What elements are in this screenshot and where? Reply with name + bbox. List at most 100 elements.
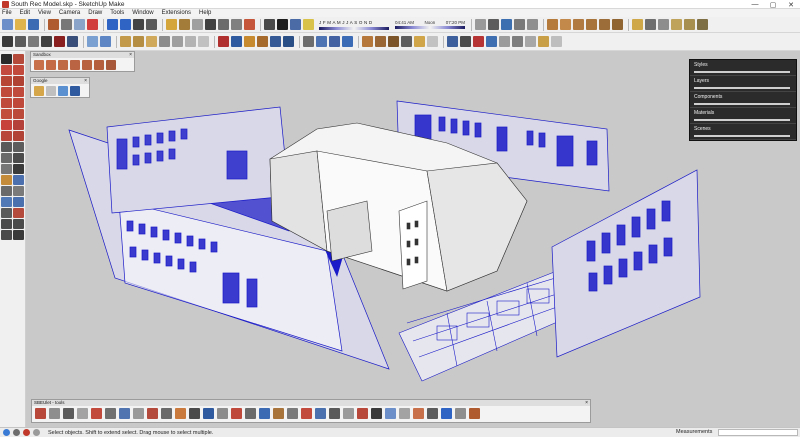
tool-15-icon[interactable] — [231, 408, 242, 419]
minimize-button[interactable]: — — [746, 0, 764, 9]
polygon-tool-icon[interactable] — [13, 87, 24, 97]
3d-text-tool-icon[interactable] — [13, 164, 24, 174]
tray-item-layers[interactable]: Layers — [690, 76, 796, 92]
toggle-terrain-icon[interactable] — [46, 86, 56, 96]
freehand-tool-icon[interactable] — [13, 65, 24, 75]
walk-tool-icon[interactable] — [1, 230, 12, 240]
help-icon[interactable] — [551, 36, 562, 47]
section-tool-icon[interactable] — [13, 175, 24, 185]
new-file-icon[interactable] — [2, 19, 13, 30]
position-camera-icon[interactable] — [501, 19, 512, 30]
shadow-date-widget[interactable]: J F M A M J J A S O N D — [319, 20, 389, 30]
shadow-settings-icon[interactable] — [303, 19, 314, 30]
text-icon[interactable] — [67, 36, 78, 47]
measure-icon[interactable] — [15, 36, 26, 47]
tool-25-icon[interactable] — [371, 408, 382, 419]
dimension-icon[interactable] — [54, 36, 65, 47]
offset-tool-icon[interactable] — [13, 131, 24, 141]
model-info-icon[interactable] — [146, 19, 157, 30]
zoom-window-tool-icon[interactable] — [13, 197, 24, 207]
copy-icon[interactable] — [61, 19, 72, 30]
circle-tool-icon[interactable] — [1, 87, 12, 97]
sandbox-close-button[interactable]: × — [129, 52, 132, 58]
globe-icon[interactable] — [447, 36, 458, 47]
subtract-icon[interactable] — [172, 36, 183, 47]
walk-icon[interactable] — [488, 19, 499, 30]
pan-icon[interactable] — [527, 19, 538, 30]
move-tool-icon[interactable] — [1, 109, 12, 119]
outer-shell-icon[interactable] — [231, 36, 242, 47]
zoom-icon[interactable] — [87, 36, 98, 47]
menu-file[interactable]: File — [2, 10, 12, 16]
iso-view-icon[interactable] — [547, 19, 558, 30]
tool-32-icon[interactable] — [469, 408, 480, 419]
tool-16-icon[interactable] — [245, 408, 256, 419]
dimension-tool-icon[interactable] — [13, 142, 24, 152]
tool-17-icon[interactable] — [259, 408, 270, 419]
bottom-toolbar-close-button[interactable]: × — [585, 400, 588, 406]
tray-item-materials[interactable]: Materials — [690, 108, 796, 124]
rotated-rect-tool-icon[interactable] — [13, 76, 24, 86]
follow-me-tool-icon[interactable] — [13, 120, 24, 130]
camera-settings-icon[interactable] — [264, 19, 275, 30]
rotate-icon[interactable] — [270, 36, 281, 47]
zoom-tool-icon[interactable] — [1, 197, 12, 207]
scale-icon[interactable] — [283, 36, 294, 47]
back-view-icon[interactable] — [599, 19, 610, 30]
front-view-icon[interactable] — [573, 19, 584, 30]
extrude-icon[interactable] — [133, 36, 144, 47]
union-icon[interactable] — [159, 36, 170, 47]
outliner-icon[interactable] — [512, 36, 523, 47]
line-tool-icon[interactable] — [1, 65, 12, 75]
undo-icon[interactable] — [107, 19, 118, 30]
paint-icon[interactable] — [244, 19, 255, 30]
window-tool-icon[interactable] — [401, 36, 412, 47]
tool-7-icon[interactable] — [119, 408, 130, 419]
tool-26-icon[interactable] — [385, 408, 396, 419]
rectangle-tool-icon[interactable] — [1, 76, 12, 86]
protractor-icon[interactable] — [28, 36, 39, 47]
tool-14-icon[interactable] — [217, 408, 228, 419]
trim-icon[interactable] — [185, 36, 196, 47]
box-tool-icon[interactable] — [120, 36, 131, 47]
shadows-toggle-icon[interactable] — [277, 19, 288, 30]
follow-me-icon[interactable] — [244, 36, 255, 47]
shadow-month-slider[interactable] — [319, 26, 389, 30]
tool-30-icon[interactable] — [441, 408, 452, 419]
component-icon[interactable] — [179, 19, 190, 30]
split-icon[interactable] — [198, 36, 209, 47]
add-detail-icon[interactable] — [94, 60, 104, 70]
help-status-icon[interactable] — [33, 429, 40, 436]
paint-bucket-tool-icon[interactable] — [1, 175, 12, 185]
water-icon[interactable] — [342, 36, 353, 47]
flip-edge-icon[interactable] — [106, 60, 116, 70]
zoom-extents-tool-icon[interactable] — [1, 208, 12, 218]
tool-29-icon[interactable] — [427, 408, 438, 419]
tool-31-icon[interactable] — [455, 408, 466, 419]
measurements-input[interactable] — [718, 429, 798, 436]
footprint-tool-icon[interactable] — [13, 230, 24, 240]
eraser-tool-icon[interactable] — [13, 54, 24, 64]
google-close-button[interactable]: × — [84, 78, 87, 84]
drape-icon[interactable] — [82, 60, 92, 70]
lock-icon[interactable] — [231, 19, 242, 30]
hidden-line-icon[interactable] — [658, 19, 669, 30]
zoom-window-icon[interactable] — [100, 36, 111, 47]
intersect-icon[interactable] — [146, 36, 157, 47]
add-location-icon[interactable] — [34, 86, 44, 96]
tape-tool-icon[interactable] — [1, 142, 12, 152]
wall-tool-icon[interactable] — [427, 36, 438, 47]
menu-extensions[interactable]: Extensions — [162, 10, 191, 16]
solid-tools-icon[interactable] — [218, 36, 229, 47]
wireframe-icon[interactable] — [645, 19, 656, 30]
tool-6-icon[interactable] — [105, 408, 116, 419]
shadow-time-widget[interactable]: 04:41 AM Noon 07:20 PM — [395, 20, 465, 29]
left-view-icon[interactable] — [612, 19, 623, 30]
text-tool-icon[interactable] — [13, 153, 24, 163]
erase-icon[interactable] — [87, 19, 98, 30]
eye-icon[interactable] — [475, 19, 486, 30]
tray-item-components[interactable]: Components — [690, 92, 796, 108]
stamp-icon[interactable] — [70, 60, 80, 70]
offset-icon[interactable] — [257, 36, 268, 47]
open-file-icon[interactable] — [15, 19, 26, 30]
